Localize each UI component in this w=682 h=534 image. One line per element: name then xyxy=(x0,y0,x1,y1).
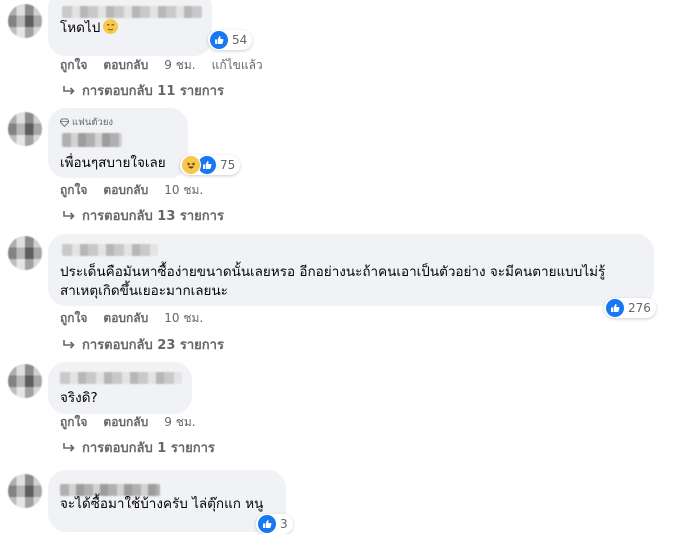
replies-label: การตอบกลับ 13 รายการ xyxy=(82,209,224,224)
author-name-blurred[interactable] xyxy=(62,133,122,147)
top-fan-badge: แฟนตัวยง xyxy=(60,115,113,130)
reaction-count-label: 3 xyxy=(280,517,288,531)
reaction-count-label: 54 xyxy=(232,33,248,47)
reaction-count[interactable]: 3 xyxy=(256,514,293,534)
reply-arrow-icon xyxy=(63,339,75,349)
view-replies-link[interactable]: การตอบกลับ 11 รายการ xyxy=(62,80,224,101)
like-icon xyxy=(257,514,277,534)
comment-actions: ถูกใจ ตอบกลับ 9 ชม. xyxy=(60,413,212,432)
view-replies-link[interactable]: การตอบกลับ 23 รายการ xyxy=(62,334,224,355)
reaction-count[interactable]: 54 xyxy=(208,30,253,50)
reaction-count[interactable]: 75 xyxy=(180,155,241,175)
relieved-face-icon xyxy=(103,19,119,34)
reply-arrow-icon xyxy=(63,442,75,452)
like-icon xyxy=(209,30,229,50)
haha-icon xyxy=(181,155,201,175)
like-link[interactable]: ถูกใจ xyxy=(60,181,87,200)
author-name-blurred[interactable] xyxy=(62,244,158,256)
reply-link[interactable]: ตอบกลับ xyxy=(103,56,148,75)
reaction-count-label: 75 xyxy=(220,158,236,172)
comment-text: จริงดิ? xyxy=(60,390,98,406)
avatar[interactable] xyxy=(8,236,42,270)
comment-actions: ถูกใจ ตอบกลับ 10 ชม. xyxy=(60,309,219,328)
avatar[interactable] xyxy=(8,474,42,508)
avatar[interactable] xyxy=(8,112,42,146)
reaction-count[interactable]: 276 xyxy=(604,298,656,318)
replies-label: การตอบกลับ 1 รายการ xyxy=(82,441,215,456)
timestamp[interactable]: 9 ชม. xyxy=(164,56,195,75)
comment-text: โหดไป xyxy=(60,17,119,39)
avatar[interactable] xyxy=(8,4,42,38)
comment-bubble: จะได้ซื้อมาใช้บ้างครับ ไล่ตุ๊กแก หนู xyxy=(48,470,286,532)
comment-bubble: ประเด็นคือมันหาซื้อง่ายขนาดนั้นเลยหรอ อี… xyxy=(48,234,654,306)
avatar[interactable] xyxy=(8,364,42,398)
timestamp[interactable]: 10 ชม. xyxy=(164,181,203,200)
reply-link[interactable]: ตอบกลับ xyxy=(103,181,148,200)
comment-actions: ถูกใจ ตอบกลับ 10 ชม. xyxy=(60,181,219,200)
timestamp[interactable]: 9 ชม. xyxy=(164,413,195,432)
like-link[interactable]: ถูกใจ xyxy=(60,56,87,75)
diamond-icon xyxy=(60,118,69,127)
comment-text: จะได้ซื้อมาใช้บ้างครับ ไล่ตุ๊กแก หนู xyxy=(60,496,264,512)
comment-bubble: โหดไป xyxy=(48,0,212,56)
like-icon xyxy=(605,298,625,318)
badge-label: แฟนตัวยง xyxy=(72,117,114,128)
edited-label: แก้ไขแล้ว xyxy=(211,58,263,72)
reply-link[interactable]: ตอบกลับ xyxy=(103,309,148,328)
like-link[interactable]: ถูกใจ xyxy=(60,309,87,328)
author-name-blurred[interactable] xyxy=(60,372,182,384)
comment-text: เพื่อนๆสบายใจเลย xyxy=(60,155,166,171)
reply-link[interactable]: ตอบกลับ xyxy=(103,413,148,432)
comment-bubble: แฟนตัวยง เพื่อนๆสบายใจเลย xyxy=(48,108,188,178)
comment-bubble: จริงดิ? xyxy=(48,362,192,414)
timestamp[interactable]: 10 ชม. xyxy=(164,309,203,328)
view-replies-link[interactable]: การตอบกลับ 1 รายการ xyxy=(62,437,215,458)
replies-label: การตอบกลับ 23 รายการ xyxy=(82,338,224,353)
comment-text-line2: สาเหตุเกิดขึ้นเยอะมากเลยนะ xyxy=(60,283,228,299)
reaction-count-label: 276 xyxy=(628,301,651,315)
view-replies-link[interactable]: การตอบกลับ 13 รายการ xyxy=(62,205,224,226)
like-link[interactable]: ถูกใจ xyxy=(60,413,87,432)
comment-actions: ถูกใจ ตอบกลับ 9 ชม. แก้ไขแล้ว xyxy=(60,56,279,75)
replies-label: การตอบกลับ 11 รายการ xyxy=(82,84,224,99)
reply-arrow-icon xyxy=(63,85,75,95)
reply-arrow-icon xyxy=(63,210,75,220)
